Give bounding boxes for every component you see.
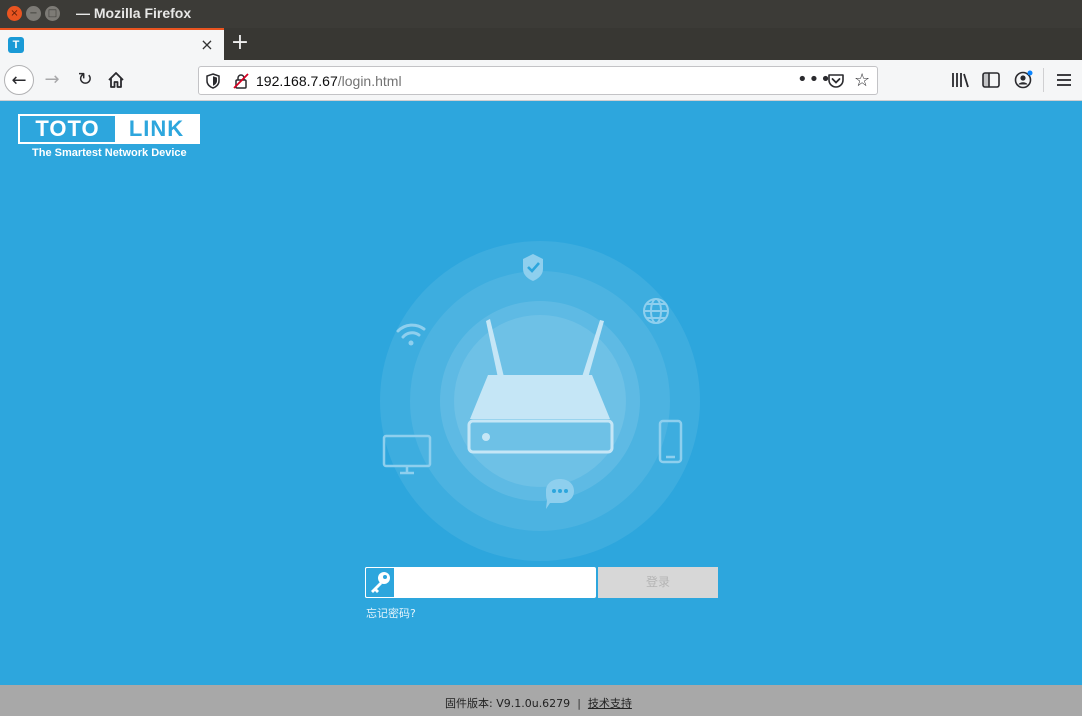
tab-login[interactable]: T × [0,28,224,60]
password-field[interactable] [365,567,596,598]
window-minimize-button[interactable]: − [26,6,41,21]
home-icon [108,72,124,88]
login-page: TOTO LINK The Smartest Network Device 登录… [0,101,1082,685]
footer-content: 固件版本: V9.1.0u.6279 | 技术支持 [445,695,632,711]
footer-separator: | [577,697,581,710]
forward-button[interactable]: → [37,65,67,95]
key-icon-box [365,567,395,598]
address-bar[interactable]: 192.168.7.67/login.html ••• ☆ [198,66,878,95]
forgot-password-link[interactable]: 忘记密码? [366,605,416,621]
key-icon [371,572,390,593]
sidebar-icon[interactable] [980,69,1002,91]
url-path: /login.html [337,73,402,89]
hamburger-menu-icon[interactable] [1053,69,1075,91]
footer: 固件版本: V9.1.0u.6279 | 技术支持 [0,685,1082,716]
navigation-toolbar: ← → ↻ 192.168.7.67/login.html ••• ☆ [0,60,1082,101]
maximize-icon: □ [47,8,58,19]
logo-left-text: TOTO [20,116,115,142]
pocket-icon[interactable] [827,72,845,90]
window-title: — Mozilla Firefox [76,5,192,21]
shield-icon[interactable] [206,73,220,89]
tab-close-icon[interactable]: × [198,34,216,56]
firmware-version: 固件版本: V9.1.0u.6279 [445,697,571,710]
totolink-logo: TOTO LINK [18,114,200,144]
reload-button[interactable]: ↻ [70,65,100,95]
window-titlebar: × − □ — Mozilla Firefox [0,0,1082,28]
url-text[interactable]: 192.168.7.67/login.html [256,73,402,89]
totolink-favicon-icon: T [8,37,24,53]
close-icon: × [10,8,19,19]
window-close-button[interactable]: × [7,6,22,21]
window-maximize-button[interactable]: □ [45,6,60,21]
home-button[interactable] [101,65,131,95]
library-icon[interactable] [949,69,971,91]
back-button[interactable]: ← [4,65,34,95]
slogan: The Smartest Network Device [32,147,187,159]
minimize-icon: − [29,8,38,19]
bookmark-star-icon[interactable]: ☆ [854,70,870,91]
password-input[interactable] [396,567,594,598]
account-icon[interactable] [1012,69,1034,91]
router-hero-illustration [380,241,700,561]
url-host: 192.168.7.67 [256,73,338,89]
tab-strip: T × + [0,28,1082,60]
login-button[interactable]: 登录 [598,567,718,598]
insecure-lock-icon[interactable] [233,73,249,89]
tech-support-link[interactable]: 技术支持 [588,697,632,710]
logo-right-text: LINK [115,116,198,142]
new-tab-button[interactable]: + [229,30,251,56]
toolbar-separator [1043,68,1044,92]
login-form: 登录 [365,567,719,598]
